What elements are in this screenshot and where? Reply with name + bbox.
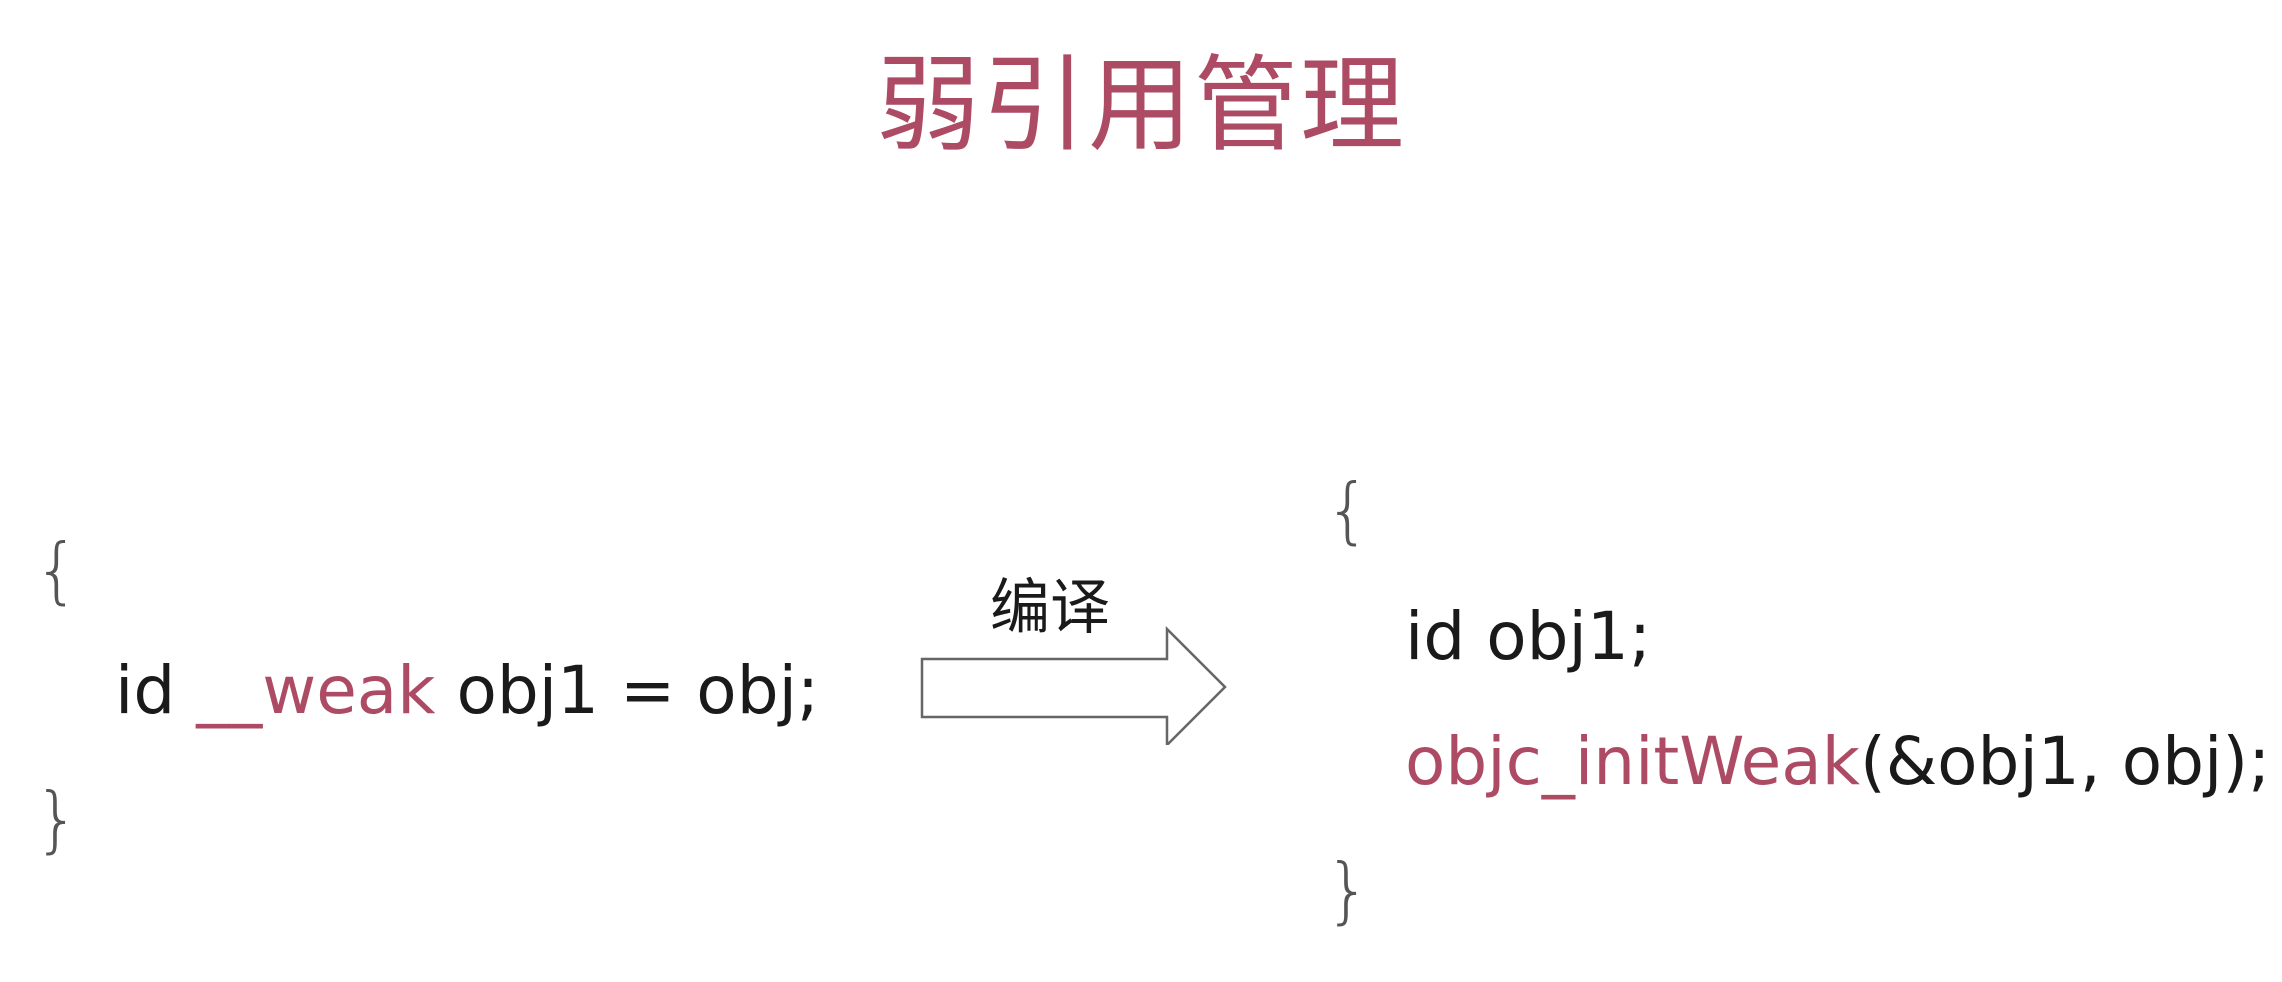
left-code-prefix: id <box>115 652 197 729</box>
weak-keyword: __weak <box>196 652 436 729</box>
right-code-line-1: id obj1; <box>1405 598 1652 675</box>
left-open-brace: { <box>34 528 80 612</box>
init-weak-function: objc_initWeak <box>1405 723 1860 800</box>
left-close-brace: } <box>34 777 80 861</box>
right-arrow-icon <box>920 625 1227 745</box>
right-close-brace: } <box>1325 848 1371 932</box>
left-code-line: id __weak obj1 = obj; <box>115 651 819 731</box>
left-code-suffix: obj1 = obj; <box>435 652 820 729</box>
init-weak-arguments: (&obj1, obj); <box>1859 723 2271 800</box>
right-code-line-2: objc_initWeak(&obj1, obj); <box>1405 722 2270 802</box>
right-open-brace: { <box>1325 468 1371 552</box>
slide-title: 弱引用管理 <box>875 44 1406 166</box>
